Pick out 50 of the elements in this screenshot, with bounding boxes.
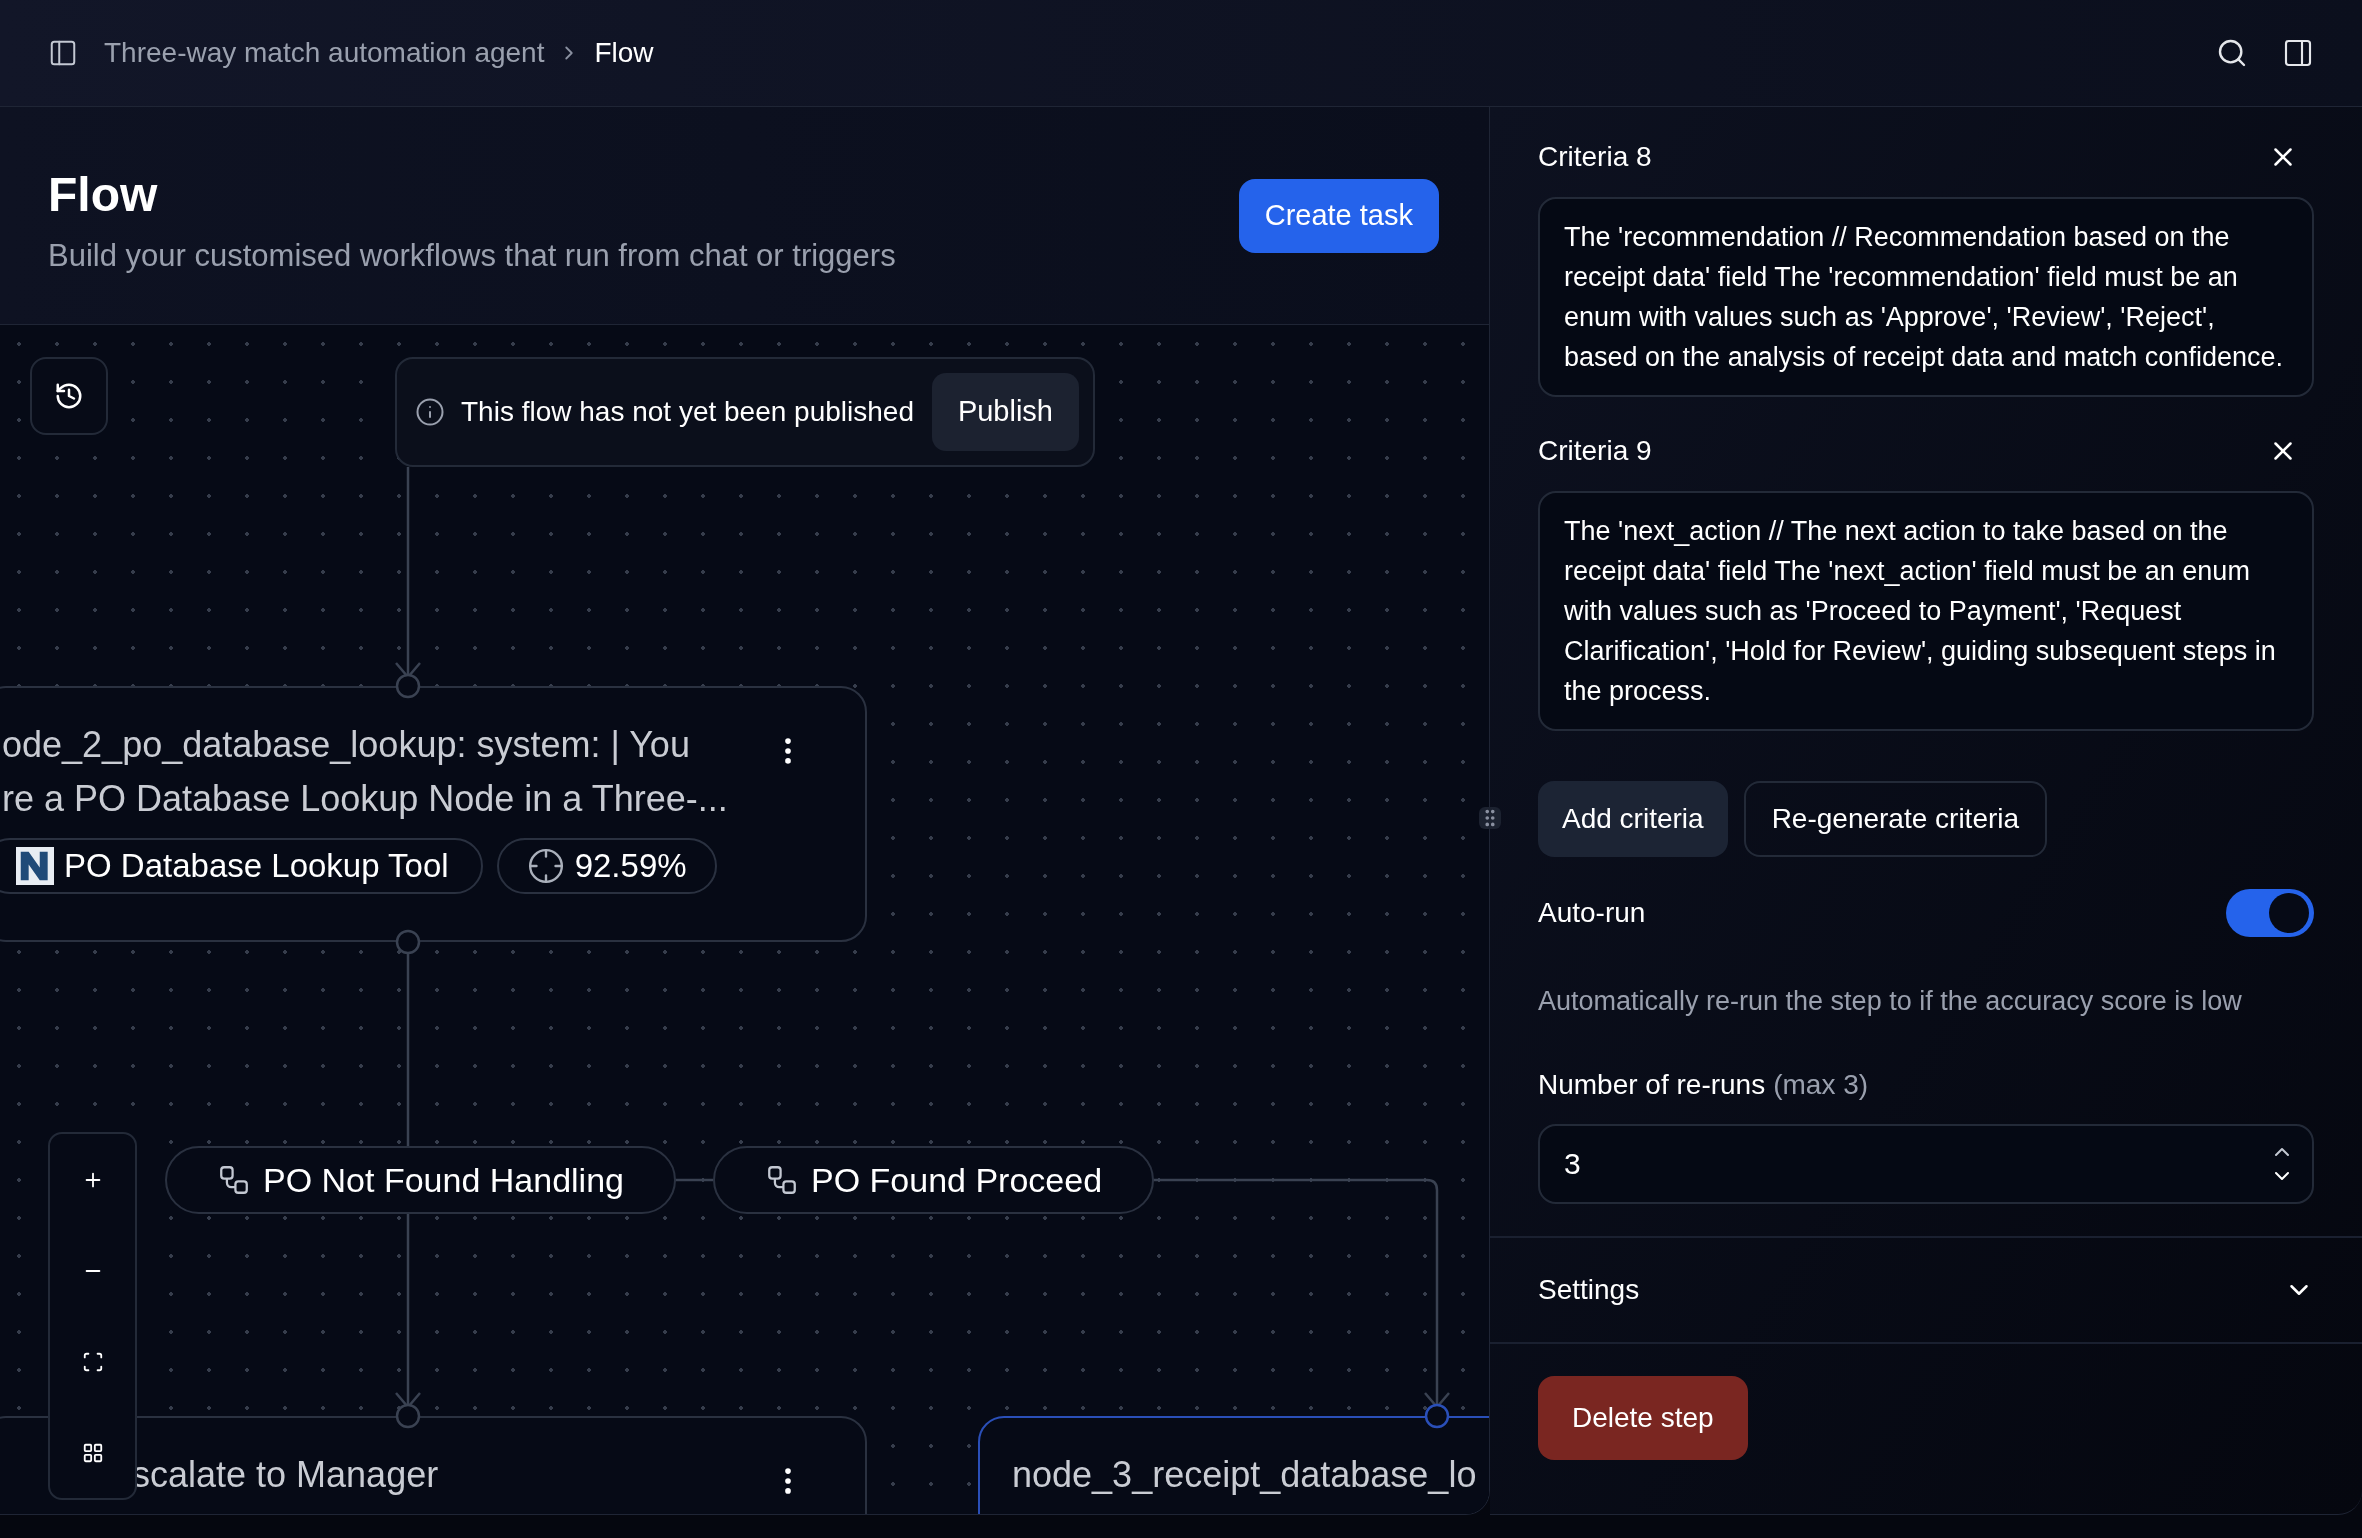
- criteria-text: The 'next_action // The next action to take based on the receipt data' field The 'next_action' field must be an enum with values such as 'Proceed to Payment', 'Request Clarification', 'Hold for Review', guiding subsequent steps in the process.: [1564, 516, 2276, 706]
- resize-handle-icon[interactable]: [1479, 807, 1501, 829]
- history-button[interactable]: [30, 357, 108, 435]
- page-title: Flow: [48, 167, 159, 223]
- tool-logo-icon: [16, 847, 54, 885]
- score-value: 92.59%: [574, 846, 687, 887]
- node-title: re a PO Database Lookup Node in a Three-...: [2, 777, 728, 821]
- node-title: scalate to Manager: [132, 1453, 439, 1497]
- sidebar-toggle-icon[interactable]: [48, 38, 78, 68]
- criteria-label: Criteria 9: [1538, 434, 1652, 468]
- edge-label[interactable]: PO Found Proceed: [713, 1146, 1155, 1214]
- reruns-hint: (max 3): [1773, 1067, 1869, 1102]
- criteria-label: Criteria 8: [1538, 140, 1652, 174]
- edge-label-text: PO Found Proceed: [811, 1159, 1103, 1201]
- breadcrumb-item[interactable]: Three-way match automation agent: [104, 32, 545, 74]
- flow-node[interactable]: ode_2_po_database_lookup: system: | You re a PO Database Lookup Node in a Three-... PO Database Lookup Tool 92.59%: [0, 686, 867, 942]
- node-title: node_3_receipt_database_lo: [1012, 1453, 1477, 1497]
- route-icon: [765, 1163, 799, 1197]
- flow-node[interactable]: scalate to Manager: [0, 1416, 867, 1514]
- reruns-label: Number of re-runs: [1538, 1067, 1766, 1102]
- target-icon: [526, 847, 565, 885]
- info-icon: [415, 397, 445, 427]
- tool-name: PO Database Lookup Tool: [64, 846, 449, 887]
- publish-message: This flow has not yet been published: [461, 395, 914, 429]
- search-icon[interactable]: [2216, 37, 2248, 69]
- auto-run-description: Automatically re-run the step to if the accuracy score is low: [1538, 985, 2243, 1018]
- auto-run-label: Auto-run: [1538, 896, 1646, 930]
- flow-node[interactable]: node_3_receipt_database_lo: [978, 1416, 1489, 1514]
- publish-button[interactable]: Publish: [931, 373, 1079, 451]
- node-title: ode_2_po_database_lookup: system: | You: [2, 723, 691, 767]
- reruns-value: 3: [1564, 1146, 1581, 1182]
- delete-step-button[interactable]: Delete step: [1538, 1375, 1748, 1460]
- breadcrumb-item[interactable]: Flow: [594, 32, 654, 74]
- auto-run-toggle[interactable]: [2226, 889, 2314, 937]
- history-icon: [54, 381, 84, 411]
- create-task-button[interactable]: Create task: [1238, 179, 1439, 253]
- regenerate-criteria-button[interactable]: Re-generate criteria: [1743, 781, 2048, 857]
- reruns-number-field[interactable]: 3: [1538, 1123, 2314, 1204]
- page-subtitle: Build your customised workflows that run from chat or triggers: [48, 237, 896, 275]
- criteria-text: The 'recommendation // Recommendation based on the receipt data' field The 'recommendation' field must be an enum with values such as 'Approve', 'Review', 'Reject', based on the analysis of receipt data and match confidence.: [1564, 222, 2283, 372]
- edge-label-text: PO Not Found Handling: [263, 1159, 624, 1201]
- criteria-text-field[interactable]: [1538, 197, 2314, 397]
- route-icon: [217, 1163, 251, 1197]
- settings-label[interactable]: Settings: [1538, 1268, 1640, 1311]
- layout-icon[interactable]: [81, 1441, 104, 1464]
- add-criteria-button[interactable]: Add criteria: [1538, 781, 1728, 857]
- edge-label[interactable]: PO Not Found Handling: [165, 1146, 676, 1214]
- fit-view-icon[interactable]: [81, 1350, 104, 1373]
- panel-toggle-icon[interactable]: [2282, 37, 2314, 69]
- criteria-text-field[interactable]: [1538, 491, 2314, 731]
